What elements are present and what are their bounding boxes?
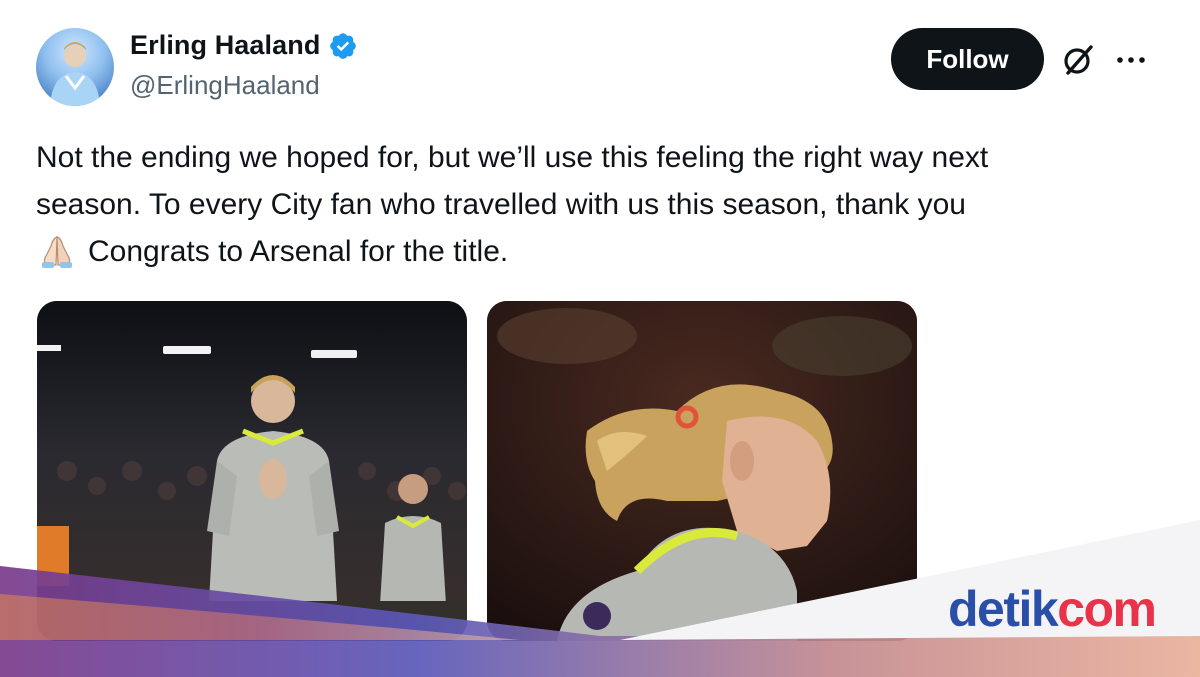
author-handle[interactable]: @ErlingHaaland <box>130 70 320 101</box>
praying-hands-emoji-icon <box>36 234 78 268</box>
author-display-name[interactable]: Erling Haaland <box>130 30 320 61</box>
avatar[interactable] <box>36 28 114 106</box>
author-name-row: Erling Haaland <box>130 30 358 61</box>
photo-haaland-profile <box>487 301 917 641</box>
tweet-photo-1[interactable] <box>37 301 467 641</box>
tweet-text: Not the ending we hoped for, but we’ll u… <box>36 134 1156 275</box>
watermark-text-main: detik <box>948 581 1059 637</box>
photo-haaland-applauding <box>37 301 467 641</box>
tweet-card: Erling Haaland @ErlingHaaland Follow Not… <box>0 0 1200 677</box>
tweet-line-3-text: Congrats to Arsenal for the title. <box>88 235 509 268</box>
tweet-line-3: Congrats to Arsenal for the title. <box>36 228 1156 275</box>
tweet-line-1: Not the ending we hoped for, but we’ll u… <box>36 141 989 174</box>
tweet-photo-2[interactable] <box>487 301 917 641</box>
detikcom-watermark-logo: detikcom <box>948 580 1157 638</box>
verified-badge-icon <box>328 31 358 61</box>
follow-button[interactable]: Follow <box>891 28 1044 90</box>
more-options-icon[interactable] <box>1115 48 1147 72</box>
grok-icon[interactable] <box>1060 42 1096 78</box>
watermark-text-accent: com <box>1057 581 1157 637</box>
tweet-line-2: season. To every City fan who travelled … <box>36 188 966 221</box>
